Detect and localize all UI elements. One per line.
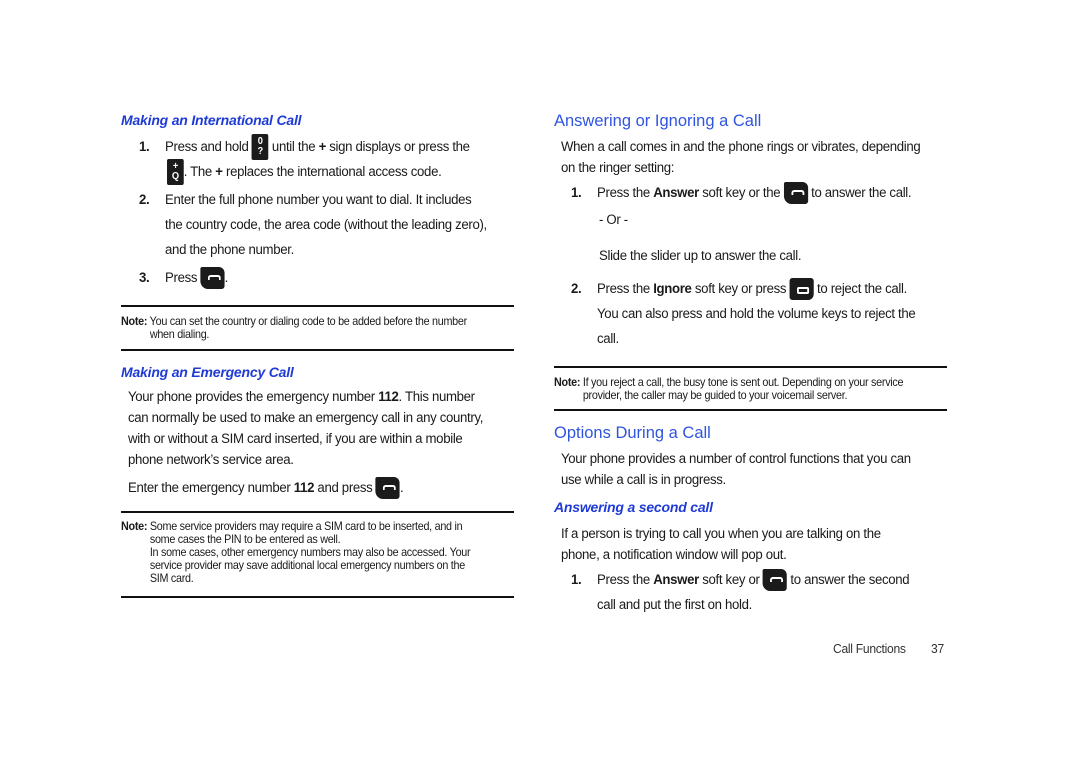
answering-step-1: 1. Press the Answer soft key or the to an… xyxy=(571,181,912,206)
step-text: Press xyxy=(165,270,198,286)
step-text: . The xyxy=(183,163,213,180)
intl-step-1: 1. Press and hold 0? until the + sign dis… xyxy=(139,134,470,160)
intl-step-3: 3. Press . xyxy=(139,266,228,291)
step-text: and the phone number. xyxy=(165,242,294,258)
international-call-heading: Making an International Call xyxy=(121,112,302,128)
step-number: 1. xyxy=(571,572,582,588)
step-number: 2. xyxy=(139,192,150,208)
answering-step-2: 2. Press the Ignore soft key or press to … xyxy=(571,277,916,352)
options-paragraph: Your phone provides a number of control … xyxy=(561,451,911,488)
note-rule-top xyxy=(121,511,514,513)
slide-instruction: Slide the slider up to answer the call. xyxy=(599,248,802,264)
note-sim-card: Note: Some service providers may require… xyxy=(121,520,471,585)
emergency-enter-line: Enter the emergency number 112 and press… xyxy=(128,476,404,501)
send-key-icon xyxy=(200,267,225,290)
step-number: 3. xyxy=(139,270,150,286)
send-key-icon xyxy=(375,477,400,500)
note-rule-bottom xyxy=(121,596,514,598)
or-separator: - Or - xyxy=(599,212,628,228)
second-call-paragraph: If a person is trying to call you when y… xyxy=(561,526,881,563)
step-text: the country code, the area code (without… xyxy=(165,217,487,233)
second-call-heading: Answering a second call xyxy=(554,499,713,515)
note-rule-bottom xyxy=(554,409,947,411)
note-rule-bottom xyxy=(121,349,514,351)
step-number: 1. xyxy=(571,185,582,201)
step-number: 2. xyxy=(571,281,582,297)
note-label: Note: xyxy=(554,376,581,389)
end-key-icon xyxy=(789,278,814,301)
options-section-heading: Options During a Call xyxy=(554,424,711,442)
second-call-step-1: 1. Press the Answer soft key or to answer… xyxy=(571,568,910,618)
note-reject-call: Note: If you reject a call, the busy ton… xyxy=(554,376,904,402)
emergency-call-heading: Making an Emergency Call xyxy=(121,364,294,380)
step-text: until the xyxy=(271,138,316,155)
q-key-icon: + Q xyxy=(167,159,184,185)
intl-step-1-cont: + Q. The + replaces the international acc… xyxy=(167,159,442,185)
note-country-code: Note: You can set the country or dialing… xyxy=(121,315,467,341)
step-text: Press and hold xyxy=(165,138,249,155)
page-number: 37 xyxy=(931,641,944,656)
intl-step-2: 2. Enter the full phone number you want t… xyxy=(139,188,487,263)
note-label: Note: xyxy=(121,315,148,328)
send-key-icon xyxy=(762,569,788,592)
note-rule-top xyxy=(554,366,947,368)
step-text: sign displays or press the xyxy=(329,138,470,155)
step-number: 1. xyxy=(139,138,150,155)
answering-intro: When a call comes in and the phone rings… xyxy=(561,139,921,176)
step-text: replaces the international access code. xyxy=(226,163,442,180)
send-key-icon xyxy=(783,182,808,205)
step-text: Enter the full phone number you want to … xyxy=(165,192,472,208)
answering-section-heading: Answering or Ignoring a Call xyxy=(554,112,762,130)
zero-key-icon: 0? xyxy=(251,134,269,160)
note-label: Note: xyxy=(121,520,148,533)
note-rule-top xyxy=(121,305,514,307)
emergency-paragraph: Your phone provides the emergency number… xyxy=(128,389,484,468)
footer-section-name: Call Functions xyxy=(833,641,906,656)
